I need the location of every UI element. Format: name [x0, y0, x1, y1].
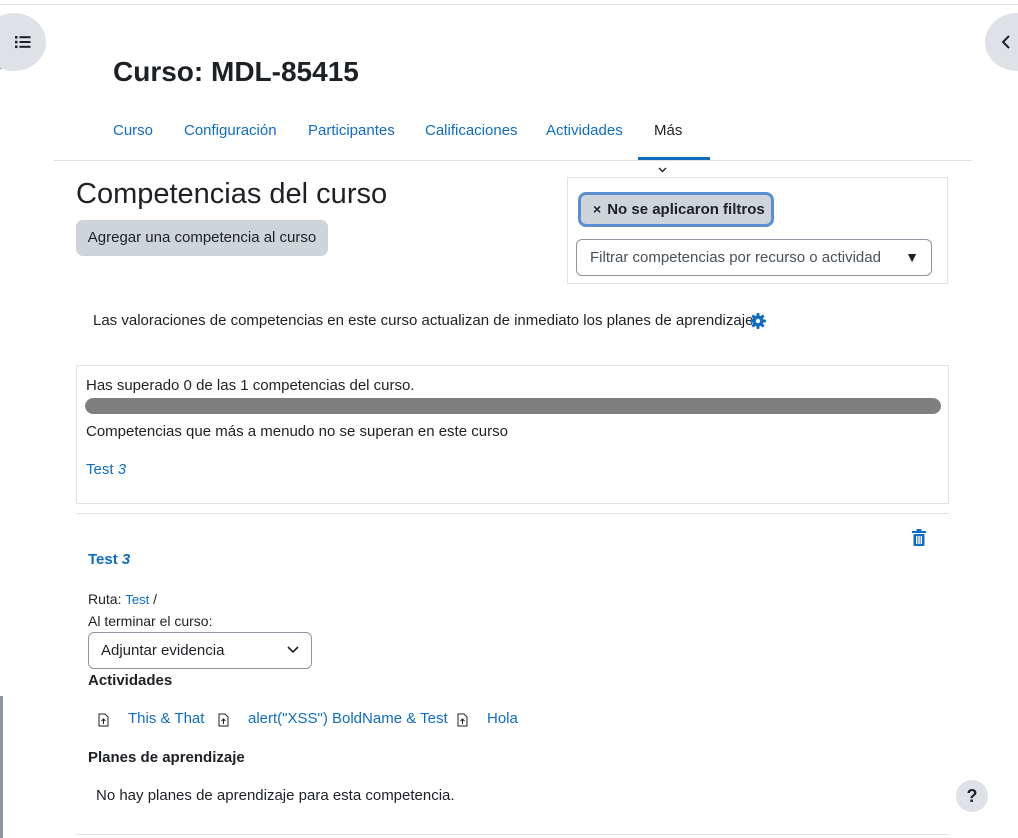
activities-heading: Actividades	[88, 672, 173, 689]
filter-placeholder: Filtrar competencias por recurso o activ…	[590, 249, 881, 266]
trash-icon[interactable]	[911, 529, 927, 546]
close-icon: ×	[593, 201, 602, 217]
top-divider	[0, 4, 1018, 5]
file-icon	[218, 713, 229, 727]
most-failed-competency-link[interactable]: Test 3	[86, 461, 126, 478]
progress-bar-fill	[85, 398, 941, 414]
secondary-navigation: Curso Configuración Participantes Califi…	[53, 112, 972, 173]
tab-mas[interactable]: Más	[638, 112, 710, 173]
most-failed-link-name: Test	[86, 461, 114, 478]
competency-path: Ruta: Test /	[88, 591, 157, 607]
filter-competencies-input[interactable]: Filtrar competencias por recurso o activ…	[576, 239, 932, 276]
no-learning-plans-text: No hay planes de aprendizaje para esta c…	[96, 787, 455, 804]
tab-participantes[interactable]: Participantes	[292, 112, 411, 160]
path-separator: /	[153, 591, 157, 607]
gear-icon[interactable]	[750, 313, 766, 329]
chevron-left-icon	[1001, 35, 1010, 49]
add-competency-button[interactable]: Agregar una competencia al curso	[76, 220, 328, 256]
left-scroll-edge	[0, 696, 3, 838]
completion-rule-value: Adjuntar evidencia	[101, 642, 225, 659]
filter-panel: × No se aplicaron filtros Filtrar compete…	[567, 177, 948, 284]
learning-plans-heading: Planes de aprendizaje	[88, 749, 245, 766]
path-label: Ruta:	[88, 591, 122, 607]
help-button[interactable]: ?	[956, 780, 988, 812]
tab-curso[interactable]: Curso	[97, 112, 169, 160]
page-heading: Competencias del curso	[76, 178, 388, 210]
course-index-toggle[interactable]	[0, 13, 46, 71]
completion-label: Al terminar el curso:	[88, 613, 213, 629]
info-text: Las valoraciones de competencias en este…	[93, 312, 758, 329]
file-icon	[98, 713, 109, 727]
progress-bar	[85, 398, 941, 414]
most-failed-link-number: 3	[117, 461, 127, 478]
dropdown-triangle-icon: ▼	[905, 249, 919, 265]
no-filters-chip[interactable]: × No se aplicaron filtros	[578, 192, 774, 227]
file-icon	[457, 713, 468, 727]
competency-number: 3	[121, 551, 131, 568]
tab-actividades[interactable]: Actividades	[530, 112, 639, 160]
chevron-down-icon	[287, 646, 299, 654]
competency-name: Test	[88, 551, 118, 568]
block-drawer-toggle[interactable]	[985, 13, 1018, 71]
completion-rule-select[interactable]: Adjuntar evidencia	[88, 632, 312, 669]
tab-calificaciones[interactable]: Calificaciones	[409, 112, 534, 160]
tab-configuracion[interactable]: Configuración	[168, 112, 293, 160]
section-divider	[76, 513, 949, 514]
activity-link[interactable]: alert("XSS") BoldName & Test	[248, 710, 448, 727]
chip-label: No se aplicaron filtros	[607, 201, 765, 218]
course-title: Curso: MDL-85415	[113, 56, 359, 87]
course-competency-statistics: Has superado 0 de las 1 competencias del…	[76, 365, 949, 504]
path-framework-link[interactable]: Test	[125, 592, 149, 607]
activity-link[interactable]: Hola	[487, 710, 518, 727]
list-icon	[15, 36, 31, 49]
activity-link[interactable]: This & That	[128, 710, 204, 727]
achieved-text: Has superado 0 de las 1 competencias del…	[86, 377, 415, 394]
tab-mas-label: Más	[654, 122, 683, 139]
competency-link[interactable]: Test 3	[88, 551, 130, 568]
section-divider	[76, 834, 949, 835]
most-failed-text: Competencias que más a menudo no se supe…	[86, 423, 508, 440]
